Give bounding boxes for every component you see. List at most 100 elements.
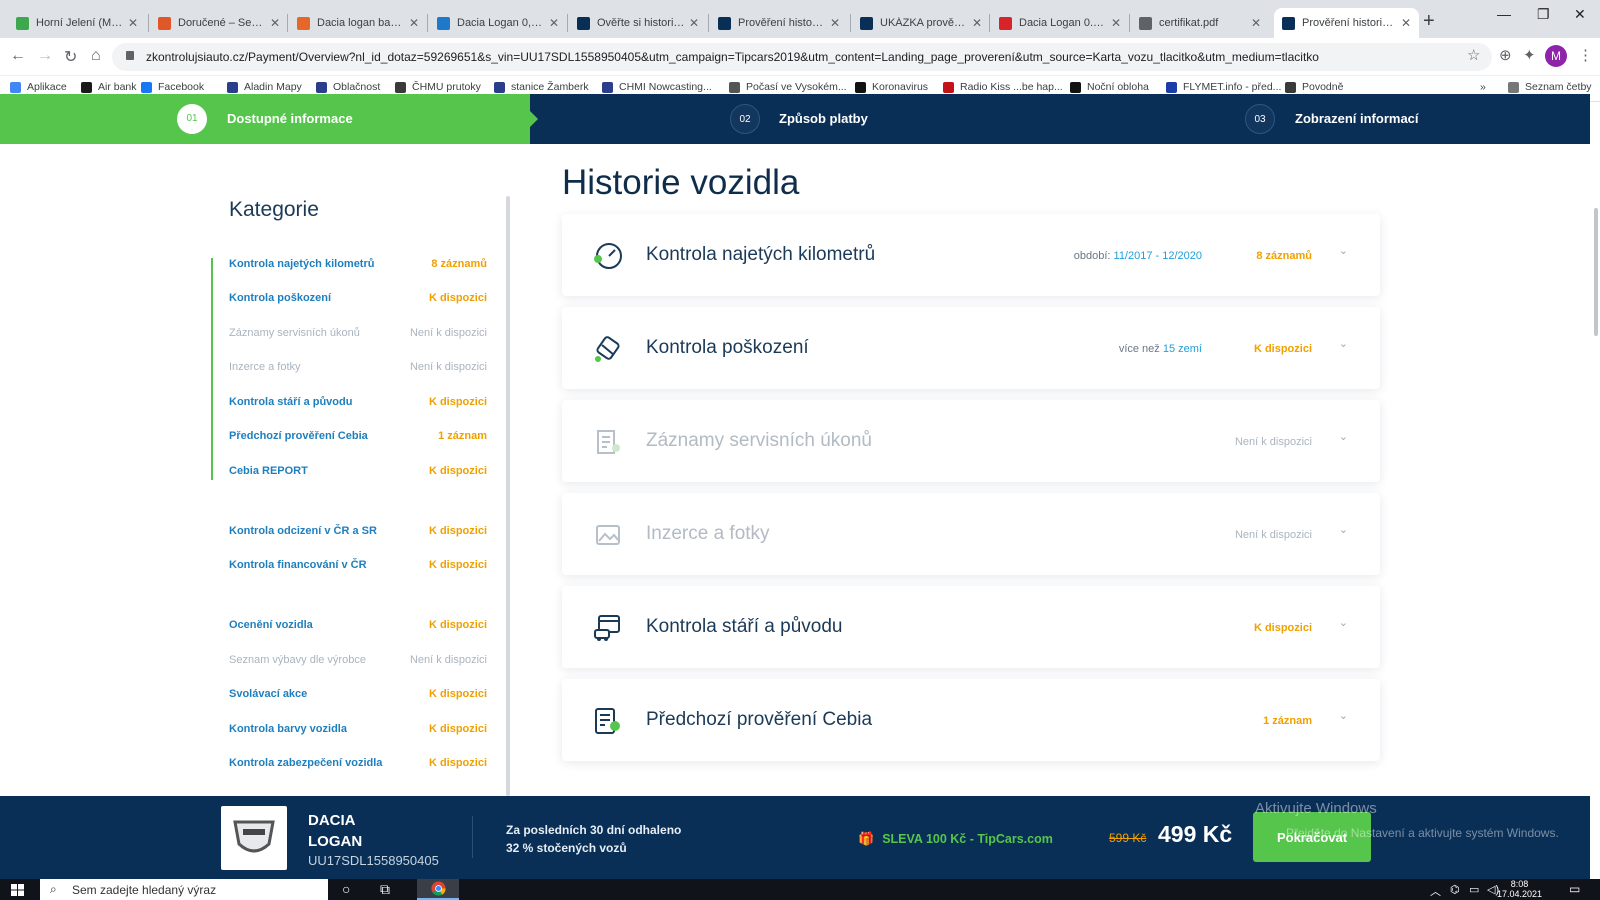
tab-title: certifikat.pdf — [1159, 17, 1219, 29]
bookmark-item[interactable]: Povodně — [1285, 81, 1343, 93]
sidebar-item[interactable]: Kontrola barvy vozidla K dispozici — [229, 721, 487, 739]
bookmark-item[interactable]: CHMI Nowcasting... — [602, 81, 712, 93]
sidebar-item[interactable]: Kontrola stáří a původu K dispozici — [229, 394, 487, 412]
history-card[interactable]: Kontrola najetých kilometrů období: 11/20… — [562, 214, 1380, 296]
browser-tab[interactable]: Dacia Logan 0.9TCe ✕ — [991, 8, 1129, 38]
tray-chevron-icon[interactable]: ︿ — [1430, 883, 1441, 899]
network-icon[interactable]: ⌬ — [1450, 883, 1460, 896]
address-bar[interactable]: zkontrolujsiauto.cz/Payment/Overview?nl_… — [112, 43, 1492, 71]
bookmark-item[interactable]: Aladin Mapy — [227, 81, 302, 93]
sidebar-item[interactable]: Kontrola zabezpečení vozidla K dispozici — [229, 755, 487, 773]
display-icon[interactable]: ▭ — [1469, 883, 1479, 896]
tab-favicon-icon — [16, 16, 29, 30]
sidebar-item[interactable]: Kontrola financování v ČR K dispozici — [229, 557, 487, 575]
tab-title: Dacia Logan 0.9TCe — [1019, 17, 1107, 29]
bookmark-item[interactable]: Noční obloha — [1070, 81, 1149, 93]
tab-close-icon[interactable]: ✕ — [549, 16, 559, 30]
tab-close-icon[interactable]: ✕ — [830, 16, 840, 30]
extensions-puzzle-icon[interactable]: ✦ — [1523, 46, 1536, 64]
sidebar-item[interactable]: Cebia REPORT K dispozici — [229, 463, 487, 481]
tab-close-icon[interactable]: ✕ — [128, 16, 138, 30]
reload-icon[interactable]: ↻ — [64, 47, 77, 67]
task-view-icon[interactable]: ⧉ — [380, 881, 390, 898]
sidebar-item[interactable]: Seznam výbavy dle výrobce Není k dispozic… — [229, 652, 487, 670]
browser-tab[interactable]: Prověření historie - Cebia ✕ — [1274, 8, 1419, 38]
history-card[interactable]: Inzerce a fotky Není k dispozici ⌄ — [562, 493, 1380, 575]
browser-tab[interactable]: Prověření historie - Cebia ✕ — [710, 8, 848, 38]
sidebar-item[interactable]: Kontrola najetých kilometrů 8 záznamů — [229, 256, 487, 274]
sidebar-item[interactable]: Záznamy servisních úkonů Není k dispozici — [229, 325, 487, 343]
card-status: Není k dispozici — [1234, 529, 1312, 541]
card-meta: období: 11/2017 - 12/2020 — [1074, 250, 1202, 262]
bookmark-item[interactable]: Facebook — [141, 81, 204, 93]
close-window-button[interactable]: ✕ — [1574, 6, 1586, 23]
forward-icon[interactable]: → — [37, 47, 53, 65]
browser-tab[interactable]: UKÁZKA prověření ✕ — [852, 8, 990, 38]
sidebar-item[interactable]: Předchozí prověření Cebia 1 záznam — [229, 428, 487, 446]
bookmark-item[interactable]: Radio Kiss ...be hap... — [943, 81, 1063, 93]
bookmark-item[interactable]: Aplikace — [10, 81, 67, 93]
chevron-down-icon[interactable]: ⌄ — [1339, 244, 1348, 257]
page-title: Historie vozidla — [562, 163, 800, 202]
bookmark-favicon-icon — [1166, 81, 1177, 93]
bookmark-item[interactable]: FLYMET.info - před... — [1166, 81, 1281, 93]
sidebar-item[interactable]: Ocenění vozidla K dispozici — [229, 617, 487, 635]
more-bookmarks-icon[interactable]: » — [1480, 81, 1486, 93]
sidebar-item[interactable]: Kontrola odcizení v ČR a SR K dispozici — [229, 523, 487, 541]
chevron-down-icon[interactable]: ⌄ — [1339, 337, 1348, 350]
tab-close-icon[interactable]: ✕ — [1251, 16, 1261, 30]
tab-close-icon[interactable]: ✕ — [270, 16, 280, 30]
cortana-icon[interactable]: ○ — [342, 881, 350, 897]
bookmark-item[interactable]: stanice Žamberk — [494, 81, 589, 93]
history-card[interactable]: Kontrola poškození více než 15 zemí K disp… — [562, 307, 1380, 389]
bookmark-item[interactable]: Počasí ve Vysokém... — [729, 81, 847, 93]
bookmark-item[interactable]: Oblačnost — [316, 81, 380, 93]
back-icon[interactable]: ← — [10, 47, 26, 65]
chevron-down-icon[interactable]: ⌄ — [1339, 709, 1348, 722]
windows-start-icon[interactable] — [11, 884, 24, 896]
home-icon[interactable]: ⌂ — [91, 47, 101, 65]
browser-tab[interactable]: Horní Jelení (Městečko) ✕ — [8, 8, 146, 38]
taskbar-search[interactable]: ⌕ Sem zadejte hledaný výraz — [40, 879, 328, 900]
sidebar-item[interactable]: Kontrola poškození K dispozici — [229, 290, 487, 308]
chevron-down-icon[interactable]: ⌄ — [1339, 616, 1348, 629]
chevron-down-icon[interactable]: ⌄ — [1339, 430, 1348, 443]
tab-close-icon[interactable]: ✕ — [689, 16, 699, 30]
browser-tab[interactable]: Dacia logan bazar - Sbazar ✕ — [289, 8, 427, 38]
card-meta-value: 11/2017 - 12/2020 — [1113, 250, 1202, 262]
sidebar-item[interactable]: Inzerce a fotky Není k dispozici — [229, 359, 487, 377]
sidebar-item-label: Kontrola najetých kilometrů — [229, 258, 375, 270]
new-tab-button[interactable]: + — [1423, 10, 1435, 33]
tab-close-icon[interactable]: ✕ — [1401, 16, 1411, 30]
notifications-icon[interactable]: ▭ — [1569, 882, 1580, 896]
tab-close-icon[interactable]: ✕ — [972, 16, 982, 30]
bookmark-item[interactable]: Koronavirus — [855, 81, 928, 93]
reading-list[interactable]: Seznam četby — [1508, 81, 1592, 93]
extension-icon[interactable]: ⊕ — [1499, 46, 1512, 64]
bookmark-star-icon[interactable]: ☆ — [1467, 46, 1480, 64]
tab-favicon-icon — [1282, 16, 1295, 30]
browser-tab[interactable]: Ověřte si historii ojetiny ✕ — [569, 8, 707, 38]
browser-tab[interactable]: Doručené – Seznam Email ✕ — [150, 8, 288, 38]
bookmark-favicon-icon — [943, 81, 954, 93]
tab-close-icon[interactable]: ✕ — [1111, 16, 1121, 30]
history-card[interactable]: Předchozí prověření Cebia 1 záznam ⌄ — [562, 679, 1380, 761]
history-card[interactable]: Záznamy servisních úkonů Není k dispozici… — [562, 400, 1380, 482]
taskbar-clock[interactable]: 8:08 17.04.2021 — [1497, 879, 1542, 899]
chrome-taskbar-button[interactable] — [417, 879, 459, 900]
page-scrollbar[interactable] — [1594, 208, 1598, 336]
browser-tab[interactable]: certifikat.pdf ✕ — [1131, 8, 1269, 38]
history-card[interactable]: Kontrola stáří a původu K dispozici ⌄ — [562, 586, 1380, 668]
minimize-button[interactable]: — — [1497, 6, 1511, 22]
sidebar-scrollbar[interactable] — [506, 196, 510, 796]
chevron-down-icon[interactable]: ⌄ — [1339, 523, 1348, 536]
menu-kebab-icon[interactable]: ⋮ — [1578, 46, 1593, 64]
sidebar-item[interactable]: Svolávací akce K dispozici — [229, 686, 487, 704]
tab-close-icon[interactable]: ✕ — [409, 16, 419, 30]
bookmark-item[interactable]: ČHMU prutoky — [395, 81, 481, 93]
bookmark-item[interactable]: Air bank — [81, 81, 137, 93]
profile-avatar[interactable]: M — [1545, 45, 1567, 67]
browser-tab[interactable]: Dacia Logan 0,9 tCe ✕ — [429, 8, 567, 38]
restore-button[interactable]: ❐ — [1537, 6, 1550, 23]
sidebar-title: Kategorie — [229, 198, 319, 221]
